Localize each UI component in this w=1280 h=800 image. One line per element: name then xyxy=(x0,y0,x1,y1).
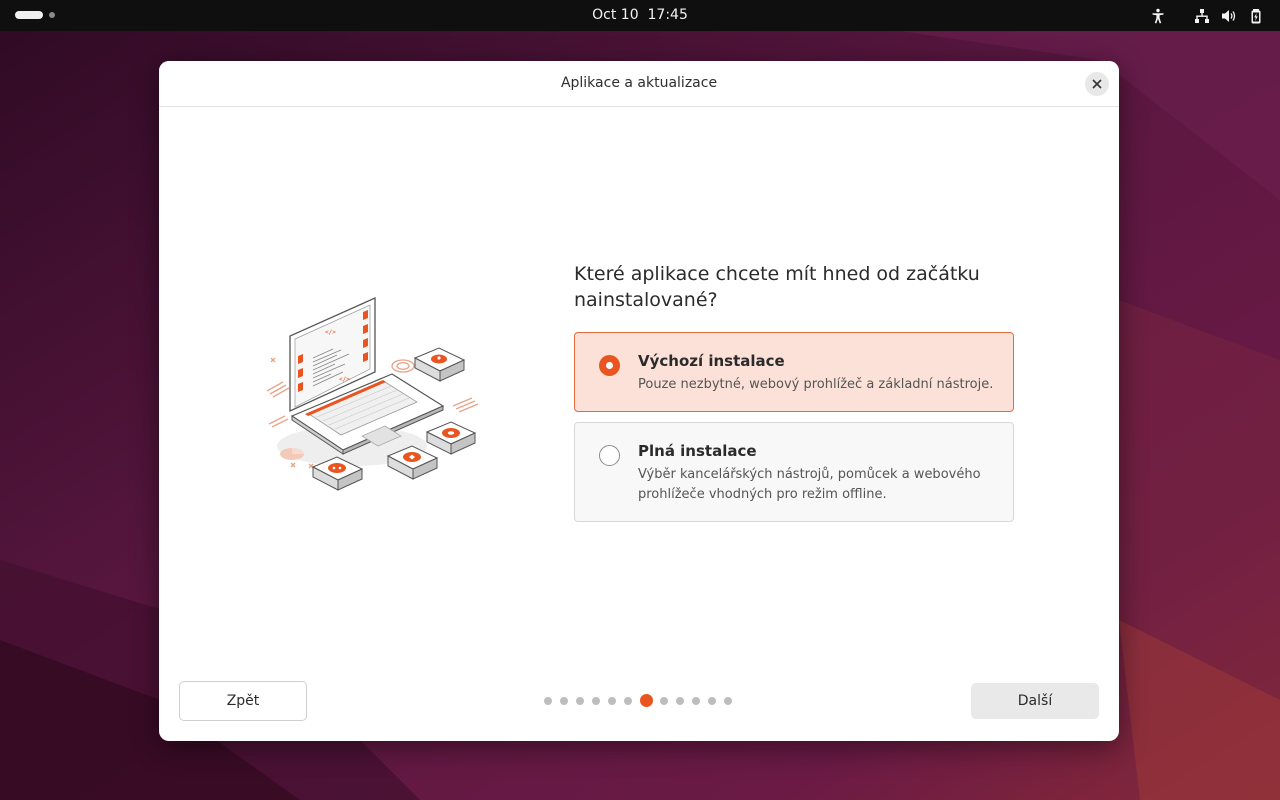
page-dot xyxy=(724,697,732,705)
next-button[interactable]: Další xyxy=(971,683,1099,719)
page-dot xyxy=(660,697,668,705)
radio-button-checked[interactable] xyxy=(599,355,620,376)
page-dot xyxy=(592,697,600,705)
radio-button-unchecked[interactable] xyxy=(599,445,620,466)
page-dot xyxy=(576,697,584,705)
option-description: Pouze nezbytné, webový prohlížeč a zákla… xyxy=(638,377,994,392)
back-button[interactable]: Zpět xyxy=(179,681,307,721)
option-default-installation[interactable]: Výchozí instalace Pouze nezbytné, webový… xyxy=(574,332,1014,412)
svg-text:</>: </> xyxy=(325,329,336,336)
question-heading: Které aplikace chcete mít hned od začátk… xyxy=(574,263,980,311)
system-tray[interactable] xyxy=(1149,7,1265,25)
network-icon[interactable] xyxy=(1193,7,1211,25)
option-title: Plná instalace xyxy=(638,442,757,460)
accessibility-icon[interactable] xyxy=(1149,7,1167,25)
page-indicator xyxy=(544,694,734,708)
svg-text:</>: </> xyxy=(339,376,350,383)
laptop-apps-illustration: </> </> xyxy=(257,286,497,501)
option-description: Výběr kancelářských nástrojů, pomůcek a … xyxy=(638,467,981,502)
installer-dialog: Aplikace a aktualizace </> </> Které apl… xyxy=(159,61,1119,741)
camera-app-tile xyxy=(425,421,477,455)
time-label: 17:45 xyxy=(647,7,688,23)
maps-app-tile xyxy=(413,347,466,382)
page-dot xyxy=(624,697,632,705)
page-dot xyxy=(608,697,616,705)
page-dot xyxy=(676,697,684,705)
page-dot xyxy=(692,697,700,705)
close-icon xyxy=(1092,79,1102,89)
date-time-button[interactable]: Oct 10 17:45 xyxy=(592,7,688,23)
dialog-titlebar: Aplikace a aktualizace xyxy=(159,61,1119,107)
dialog-title: Aplikace a aktualizace xyxy=(560,75,718,91)
date-label: Oct 10 xyxy=(592,7,639,23)
clock: Oct 10 17:45 xyxy=(0,7,1280,23)
top-bar: Oct 10 17:45 xyxy=(0,0,1280,31)
page-dot-active xyxy=(640,694,653,707)
close-button[interactable] xyxy=(1085,72,1109,96)
option-full-installation[interactable]: Plná instalace Výběr kancelářských nástr… xyxy=(574,422,1014,522)
page-dot xyxy=(544,697,552,705)
battery-icon[interactable] xyxy=(1247,7,1265,25)
option-title: Výchozí instalace xyxy=(638,352,785,370)
page-dot xyxy=(708,697,716,705)
volume-icon[interactable] xyxy=(1220,7,1238,25)
page-dot xyxy=(560,697,568,705)
